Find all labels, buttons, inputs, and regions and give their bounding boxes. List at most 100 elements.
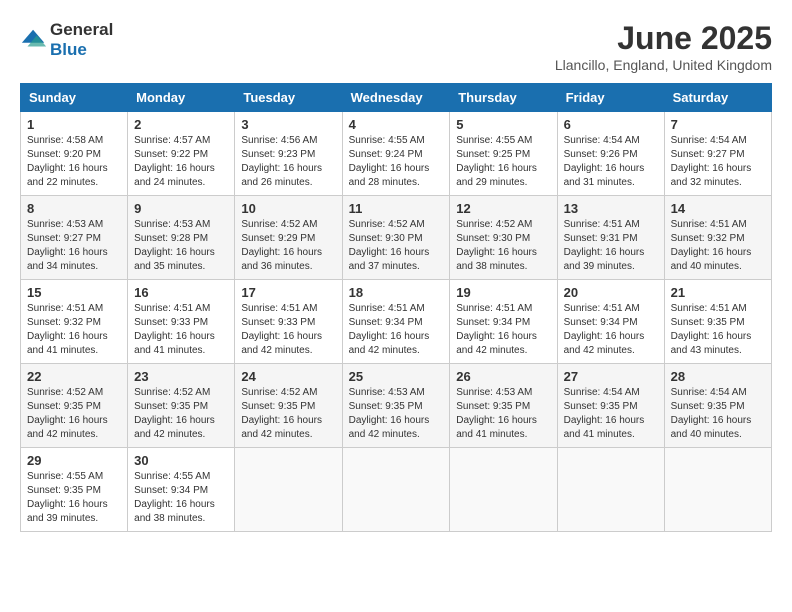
sunset-label: Sunset: 9:26 PM xyxy=(564,149,638,160)
sunrise-label: Sunrise: 4:52 AM xyxy=(241,387,317,398)
daylight-label: Daylight: 16 hours and 42 minutes. xyxy=(349,331,430,356)
calendar-week-3: 15 Sunrise: 4:51 AM Sunset: 9:32 PM Dayl… xyxy=(21,280,772,364)
sunrise-label: Sunrise: 4:53 AM xyxy=(456,387,532,398)
sunset-label: Sunset: 9:35 PM xyxy=(671,317,745,328)
sunrise-label: Sunrise: 4:55 AM xyxy=(134,471,210,482)
sunset-label: Sunset: 9:32 PM xyxy=(27,317,101,328)
daylight-label: Daylight: 16 hours and 41 minutes. xyxy=(456,415,537,440)
day-info: Sunrise: 4:53 AM Sunset: 9:27 PM Dayligh… xyxy=(27,218,121,274)
day-info: Sunrise: 4:52 AM Sunset: 9:30 PM Dayligh… xyxy=(349,218,444,274)
calendar-cell: 30 Sunrise: 4:55 AM Sunset: 9:34 PM Dayl… xyxy=(128,448,235,532)
sunset-label: Sunset: 9:34 PM xyxy=(349,317,423,328)
day-number: 11 xyxy=(349,201,444,216)
calendar-cell: 11 Sunrise: 4:52 AM Sunset: 9:30 PM Dayl… xyxy=(342,196,450,280)
daylight-label: Daylight: 16 hours and 42 minutes. xyxy=(564,331,645,356)
daylight-label: Daylight: 16 hours and 42 minutes. xyxy=(241,415,322,440)
day-number: 24 xyxy=(241,369,335,384)
day-number: 27 xyxy=(564,369,658,384)
calendar-cell: 24 Sunrise: 4:52 AM Sunset: 9:35 PM Dayl… xyxy=(235,364,342,448)
sunset-label: Sunset: 9:35 PM xyxy=(27,401,101,412)
calendar-week-5: 29 Sunrise: 4:55 AM Sunset: 9:35 PM Dayl… xyxy=(21,448,772,532)
day-info: Sunrise: 4:53 AM Sunset: 9:28 PM Dayligh… xyxy=(134,218,228,274)
sunrise-label: Sunrise: 4:51 AM xyxy=(671,303,747,314)
daylight-label: Daylight: 16 hours and 38 minutes. xyxy=(456,247,537,272)
calendar-cell: 17 Sunrise: 4:51 AM Sunset: 9:33 PM Dayl… xyxy=(235,280,342,364)
calendar-cell: 18 Sunrise: 4:51 AM Sunset: 9:34 PM Dayl… xyxy=(342,280,450,364)
sunset-label: Sunset: 9:30 PM xyxy=(349,233,423,244)
day-info: Sunrise: 4:55 AM Sunset: 9:24 PM Dayligh… xyxy=(349,134,444,190)
day-number: 21 xyxy=(671,285,765,300)
daylight-label: Daylight: 16 hours and 34 minutes. xyxy=(27,247,108,272)
day-info: Sunrise: 4:57 AM Sunset: 9:22 PM Dayligh… xyxy=(134,134,228,190)
calendar-cell: 29 Sunrise: 4:55 AM Sunset: 9:35 PM Dayl… xyxy=(21,448,128,532)
daylight-label: Daylight: 16 hours and 37 minutes. xyxy=(349,247,430,272)
sunset-label: Sunset: 9:35 PM xyxy=(349,401,423,412)
day-number: 14 xyxy=(671,201,765,216)
day-info: Sunrise: 4:52 AM Sunset: 9:35 PM Dayligh… xyxy=(27,386,121,442)
calendar-week-4: 22 Sunrise: 4:52 AM Sunset: 9:35 PM Dayl… xyxy=(21,364,772,448)
month-title: June 2025 xyxy=(555,20,772,57)
sunset-label: Sunset: 9:33 PM xyxy=(134,317,208,328)
day-number: 16 xyxy=(134,285,228,300)
calendar-cell: 7 Sunrise: 4:54 AM Sunset: 9:27 PM Dayli… xyxy=(664,112,771,196)
logo-general: General xyxy=(50,20,113,39)
day-number: 15 xyxy=(27,285,121,300)
header-monday: Monday xyxy=(128,84,235,112)
sunset-label: Sunset: 9:27 PM xyxy=(27,233,101,244)
sunset-label: Sunset: 9:23 PM xyxy=(241,149,315,160)
day-info: Sunrise: 4:58 AM Sunset: 9:20 PM Dayligh… xyxy=(27,134,121,190)
sunset-label: Sunset: 9:35 PM xyxy=(564,401,638,412)
daylight-label: Daylight: 16 hours and 40 minutes. xyxy=(671,247,752,272)
day-number: 7 xyxy=(671,117,765,132)
day-info: Sunrise: 4:53 AM Sunset: 9:35 PM Dayligh… xyxy=(349,386,444,442)
daylight-label: Daylight: 16 hours and 38 minutes. xyxy=(134,499,215,524)
day-number: 2 xyxy=(134,117,228,132)
sunrise-label: Sunrise: 4:52 AM xyxy=(349,219,425,230)
page-header: General Blue June 2025 Llancillo, Englan… xyxy=(20,20,772,73)
daylight-label: Daylight: 16 hours and 42 minutes. xyxy=(134,415,215,440)
day-number: 3 xyxy=(241,117,335,132)
sunset-label: Sunset: 9:25 PM xyxy=(456,149,530,160)
sunset-label: Sunset: 9:24 PM xyxy=(349,149,423,160)
sunrise-label: Sunrise: 4:54 AM xyxy=(564,135,640,146)
sunrise-label: Sunrise: 4:52 AM xyxy=(134,387,210,398)
calendar-cell xyxy=(557,448,664,532)
sunrise-label: Sunrise: 4:51 AM xyxy=(671,219,747,230)
calendar-cell: 14 Sunrise: 4:51 AM Sunset: 9:32 PM Dayl… xyxy=(664,196,771,280)
calendar-cell: 25 Sunrise: 4:53 AM Sunset: 9:35 PM Dayl… xyxy=(342,364,450,448)
daylight-label: Daylight: 16 hours and 40 minutes. xyxy=(671,415,752,440)
sunrise-label: Sunrise: 4:51 AM xyxy=(456,303,532,314)
day-info: Sunrise: 4:52 AM Sunset: 9:29 PM Dayligh… xyxy=(241,218,335,274)
calendar-cell: 12 Sunrise: 4:52 AM Sunset: 9:30 PM Dayl… xyxy=(450,196,557,280)
calendar-cell: 23 Sunrise: 4:52 AM Sunset: 9:35 PM Dayl… xyxy=(128,364,235,448)
daylight-label: Daylight: 16 hours and 42 minutes. xyxy=(456,331,537,356)
day-info: Sunrise: 4:56 AM Sunset: 9:23 PM Dayligh… xyxy=(241,134,335,190)
daylight-label: Daylight: 16 hours and 36 minutes. xyxy=(241,247,322,272)
calendar-cell: 6 Sunrise: 4:54 AM Sunset: 9:26 PM Dayli… xyxy=(557,112,664,196)
calendar-cell: 16 Sunrise: 4:51 AM Sunset: 9:33 PM Dayl… xyxy=(128,280,235,364)
daylight-label: Daylight: 16 hours and 41 minutes. xyxy=(134,331,215,356)
sunrise-label: Sunrise: 4:53 AM xyxy=(134,219,210,230)
day-info: Sunrise: 4:52 AM Sunset: 9:30 PM Dayligh… xyxy=(456,218,550,274)
day-number: 8 xyxy=(27,201,121,216)
calendar-cell: 13 Sunrise: 4:51 AM Sunset: 9:31 PM Dayl… xyxy=(557,196,664,280)
sunset-label: Sunset: 9:35 PM xyxy=(241,401,315,412)
sunrise-label: Sunrise: 4:55 AM xyxy=(349,135,425,146)
day-number: 12 xyxy=(456,201,550,216)
daylight-label: Daylight: 16 hours and 28 minutes. xyxy=(349,163,430,188)
calendar-header-row: SundayMondayTuesdayWednesdayThursdayFrid… xyxy=(21,84,772,112)
sunrise-label: Sunrise: 4:56 AM xyxy=(241,135,317,146)
calendar-cell: 28 Sunrise: 4:54 AM Sunset: 9:35 PM Dayl… xyxy=(664,364,771,448)
sunrise-label: Sunrise: 4:51 AM xyxy=(241,303,317,314)
sunrise-label: Sunrise: 4:53 AM xyxy=(27,219,103,230)
sunset-label: Sunset: 9:32 PM xyxy=(671,233,745,244)
day-info: Sunrise: 4:51 AM Sunset: 9:34 PM Dayligh… xyxy=(349,302,444,358)
sunrise-label: Sunrise: 4:52 AM xyxy=(241,219,317,230)
sunset-label: Sunset: 9:31 PM xyxy=(564,233,638,244)
calendar-cell: 5 Sunrise: 4:55 AM Sunset: 9:25 PM Dayli… xyxy=(450,112,557,196)
day-number: 17 xyxy=(241,285,335,300)
sunset-label: Sunset: 9:28 PM xyxy=(134,233,208,244)
header-sunday: Sunday xyxy=(21,84,128,112)
sunrise-label: Sunrise: 4:55 AM xyxy=(456,135,532,146)
day-number: 25 xyxy=(349,369,444,384)
